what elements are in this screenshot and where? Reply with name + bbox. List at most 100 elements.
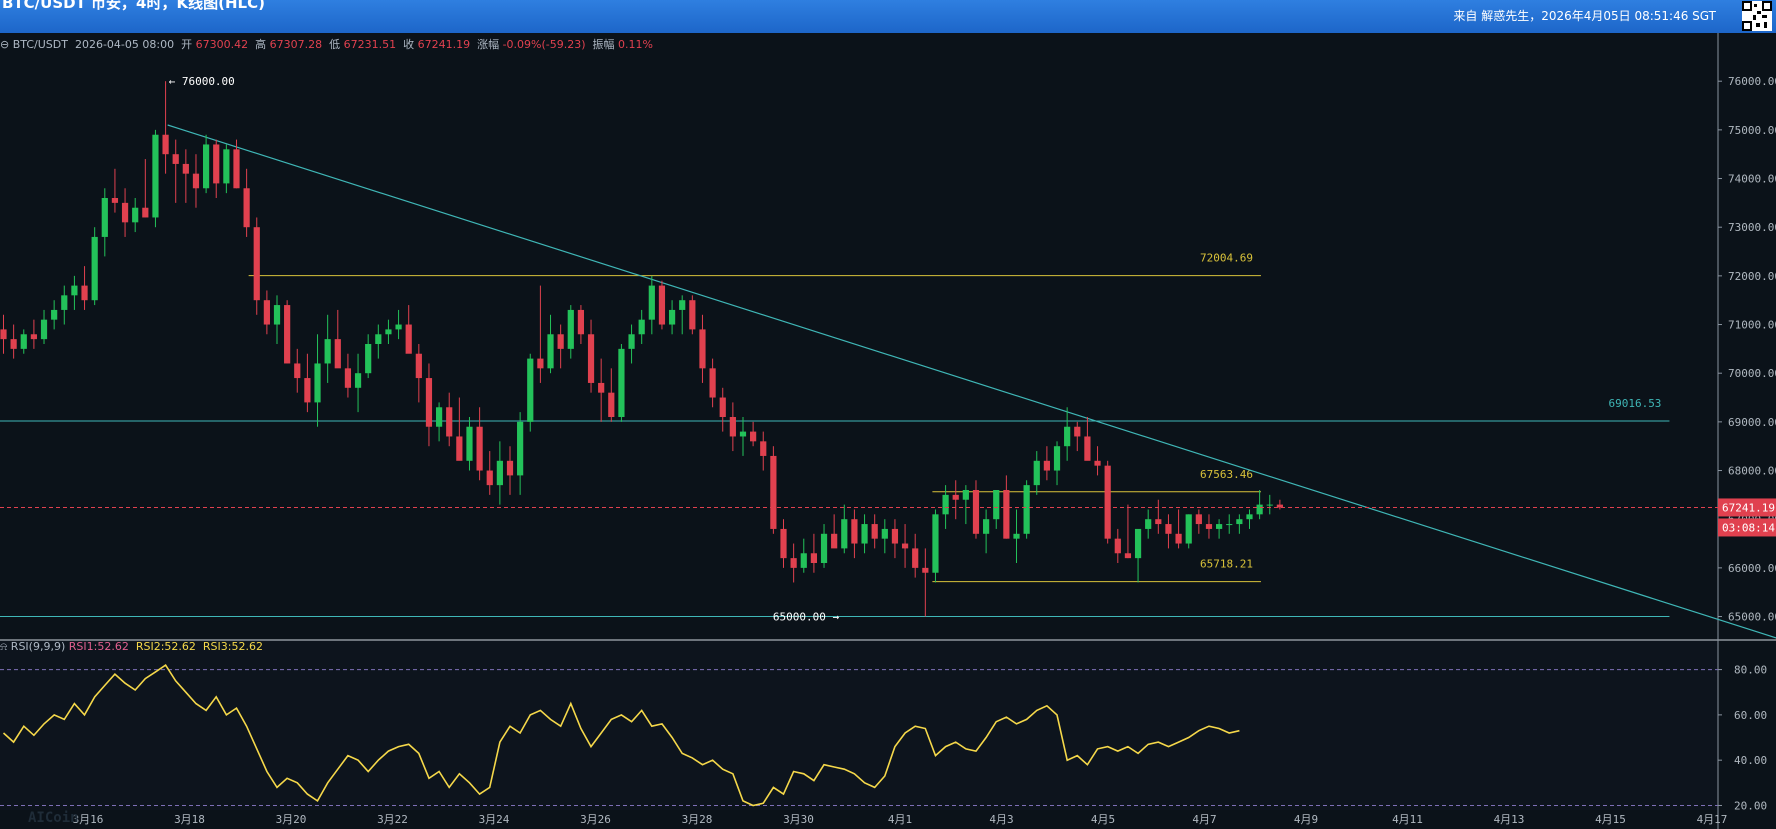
candle-body	[567, 309, 574, 349]
candle-body	[314, 363, 321, 403]
candle-body	[1236, 519, 1243, 525]
price-tick-label: 66000.00	[1728, 562, 1776, 575]
time-axis-label: 4月1	[888, 813, 912, 826]
candle-body	[81, 285, 88, 301]
candle-body	[466, 426, 473, 461]
amplitude-value: 0.11%	[618, 38, 653, 51]
candle-body	[891, 528, 899, 544]
candle-body	[233, 149, 240, 189]
candle-body	[40, 319, 48, 340]
time-axis-label: 3月26	[580, 813, 611, 826]
candle-body	[385, 329, 392, 335]
time-axis-label: 3月18	[174, 813, 205, 826]
change-label: 涨幅	[477, 38, 500, 51]
candle-body	[547, 334, 554, 369]
rsi-name[interactable]: RSI(9,9,9)	[11, 640, 65, 653]
time-axis-label: 4月13	[1494, 813, 1525, 826]
alert-bell-icon[interactable]: ⍾	[0, 640, 7, 653]
candle-body	[506, 460, 514, 476]
candle-body	[1256, 504, 1263, 515]
candle-body	[1043, 460, 1050, 471]
level-label: 65718.21	[1200, 558, 1253, 571]
candle-body	[1195, 514, 1202, 525]
low-value: 67231.51	[343, 38, 397, 51]
price-tick-label: 70000.00	[1728, 367, 1776, 380]
candle-body	[922, 567, 929, 573]
close-value: 67241.19	[417, 38, 471, 51]
candle-body	[476, 426, 483, 471]
candle-body	[294, 363, 301, 379]
candle-body	[1145, 519, 1152, 529]
candle-body	[486, 470, 493, 486]
amplitude-label: 振幅	[592, 38, 615, 51]
candle-body	[1003, 490, 1010, 539]
candle-body	[557, 334, 564, 349]
candle-body	[577, 309, 585, 335]
level-label: 67563.46	[1200, 468, 1253, 481]
candle-body	[1155, 519, 1162, 525]
candle-body	[111, 198, 119, 203]
candle-body	[658, 285, 666, 325]
candle-body	[415, 353, 422, 379]
candle-body	[1104, 465, 1111, 539]
candle-body	[729, 417, 736, 437]
countdown-value: 03:08:14	[1722, 521, 1775, 534]
candle-body	[537, 358, 544, 369]
candle-body	[770, 455, 777, 529]
candle-body	[517, 421, 524, 476]
candle-body	[527, 358, 534, 422]
candle-body	[1094, 460, 1101, 466]
candle-body	[405, 324, 412, 354]
time-axis-label: 4月11	[1392, 813, 1423, 826]
candle-body	[0, 329, 7, 340]
candle-body	[587, 334, 595, 383]
price-tick-label: 75000.00	[1728, 124, 1776, 137]
candle-body	[446, 407, 453, 437]
candle-body	[30, 334, 37, 340]
candle-body	[912, 548, 919, 568]
high-label: 高	[255, 38, 267, 51]
high-value: 67307.28	[269, 38, 323, 51]
time-axis-label: 4月7	[1192, 813, 1216, 826]
pane-toggle-icon[interactable]: ⊖	[0, 38, 9, 51]
candle-body	[901, 543, 909, 549]
level-label: 69016.53	[1608, 397, 1661, 410]
candle-body	[496, 460, 503, 486]
candle-body	[1216, 524, 1223, 529]
rsi3-value: RSI3:52.62	[202, 640, 263, 653]
candle-body	[395, 324, 402, 330]
candle-body	[101, 198, 108, 237]
candle-body	[243, 188, 250, 228]
candle-body	[962, 490, 969, 500]
high-annotation: ← 76000.00	[169, 75, 235, 88]
candle-body	[800, 553, 807, 568]
candle-body	[1074, 426, 1081, 437]
candle-body	[871, 524, 878, 539]
candle-body	[152, 134, 159, 218]
candle-body	[608, 392, 615, 417]
candle-body	[932, 514, 939, 573]
candle-body	[790, 558, 797, 568]
rsi-info-bar: ⍾ RSI(9,9,9) RSI1:52.62 RSI2:52.62 RSI3:…	[0, 640, 263, 656]
symbol-label[interactable]: BTC/USDT	[13, 38, 68, 51]
candle-body	[172, 154, 179, 164]
candle-body	[223, 149, 230, 184]
price-tick-label: 74000.00	[1728, 173, 1776, 186]
candle-body	[263, 300, 270, 325]
candle-body	[689, 300, 696, 330]
candle-body	[618, 348, 625, 417]
watermark-logo: AICoin	[28, 810, 79, 826]
candle-body	[334, 339, 341, 369]
candle-body	[365, 344, 372, 374]
candle-body	[598, 382, 605, 393]
current-price-value: 67241.19	[1722, 501, 1775, 514]
candle-body	[1114, 538, 1121, 554]
time-axis-label: 3月20	[276, 813, 307, 826]
candle-body	[1084, 436, 1091, 461]
price-tick-label: 73000.00	[1728, 221, 1776, 234]
candle-body	[719, 397, 726, 417]
candle-body	[952, 494, 959, 500]
candle-body	[354, 373, 362, 388]
candle-body	[284, 305, 291, 364]
level-label: 72004.69	[1200, 252, 1253, 265]
